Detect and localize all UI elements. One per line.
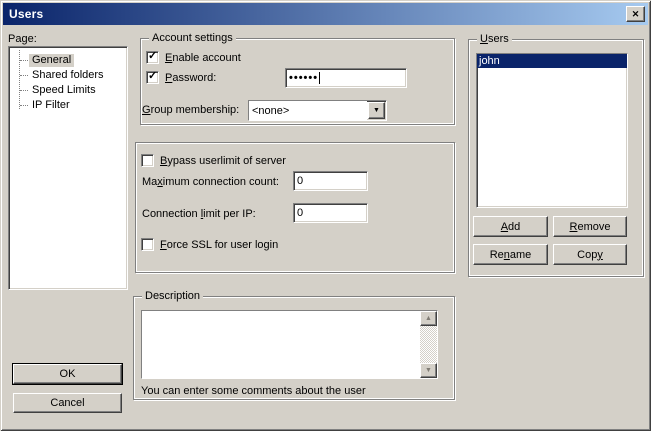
ok-button[interactable]: OK	[13, 364, 122, 384]
group-membership-value: <none>	[249, 101, 367, 120]
force-ssl-label: Force SSL for user login	[160, 239, 278, 251]
description-text[interactable]	[142, 311, 420, 378]
checkbox-box: ✓	[146, 71, 159, 84]
checkbox-box: ✓	[141, 238, 154, 251]
dropdown-button[interactable]: ▼	[368, 102, 385, 119]
connection-limit-per-ip-input[interactable]	[293, 203, 368, 223]
users-group-title: Users	[477, 33, 512, 45]
password-masked-value: ••••••	[289, 72, 318, 84]
max-connection-count-label: Maximum connection count:	[142, 176, 279, 188]
tree-item-speed-limits[interactable]: Speed Limits	[9, 83, 127, 98]
check-icon: ✓	[148, 70, 157, 83]
close-button[interactable]: ✕	[626, 6, 645, 22]
description-textarea[interactable]: ▲ ▼	[141, 310, 438, 379]
enable-account-label: Enable account	[165, 52, 241, 64]
page-tree: General Shared folders Speed Limits IP F…	[8, 46, 128, 290]
arrow-up-icon: ▲	[425, 315, 432, 322]
remove-button[interactable]: Remove	[553, 216, 627, 237]
account-settings-title: Account settings	[149, 32, 236, 44]
copy-button[interactable]: Copy	[553, 244, 627, 265]
cancel-button[interactable]: Cancel	[13, 393, 122, 413]
users-dialog: Users ✕ Page: General Shared folders Spe…	[0, 0, 651, 431]
rename-button[interactable]: Rename	[473, 244, 548, 265]
close-icon: ✕	[632, 9, 640, 20]
page-label: Page:	[8, 33, 37, 45]
user-list-item[interactable]: john	[477, 54, 627, 68]
vertical-scrollbar[interactable]: ▲ ▼	[420, 311, 437, 378]
enable-account-checkbox[interactable]: ✓ Enable account	[146, 51, 241, 64]
description-title: Description	[142, 290, 203, 302]
tree-item-shared-folders[interactable]: Shared folders	[9, 68, 127, 83]
add-button[interactable]: Add	[473, 216, 548, 237]
connection-limit-per-ip-label: Connection limit per IP:	[142, 208, 256, 220]
tree-item-general[interactable]: General	[9, 53, 127, 68]
checkbox-box: ✓	[141, 154, 154, 167]
scroll-down-button[interactable]: ▼	[420, 363, 437, 378]
arrow-down-icon: ▼	[425, 367, 432, 374]
text-caret	[319, 72, 320, 84]
bypass-userlimit-label: Bypass userlimit of server	[160, 155, 286, 167]
max-connection-count-input[interactable]	[293, 171, 368, 191]
chevron-down-icon: ▼	[373, 107, 380, 114]
check-icon: ✓	[148, 50, 157, 63]
window-title: Users	[3, 7, 43, 21]
group-membership-label: Group membership:	[142, 104, 239, 116]
scroll-up-button[interactable]: ▲	[420, 311, 437, 326]
password-label: Password:	[165, 72, 216, 84]
description-hint: You can enter some comments about the us…	[141, 385, 366, 397]
force-ssl-checkbox[interactable]: ✓ Force SSL for user login	[141, 238, 278, 251]
users-list: john	[476, 53, 628, 208]
password-input[interactable]: ••••••	[285, 68, 407, 88]
scrollbar-track[interactable]	[420, 326, 437, 363]
bypass-userlimit-checkbox[interactable]: ✓ Bypass userlimit of server	[141, 154, 286, 167]
checkbox-box: ✓	[146, 51, 159, 64]
password-checkbox[interactable]: ✓ Password:	[146, 71, 216, 84]
group-membership-select[interactable]: <none> ▼	[248, 100, 387, 121]
title-bar[interactable]: Users ✕	[3, 3, 648, 25]
tree-item-ip-filter[interactable]: IP Filter	[9, 98, 127, 113]
